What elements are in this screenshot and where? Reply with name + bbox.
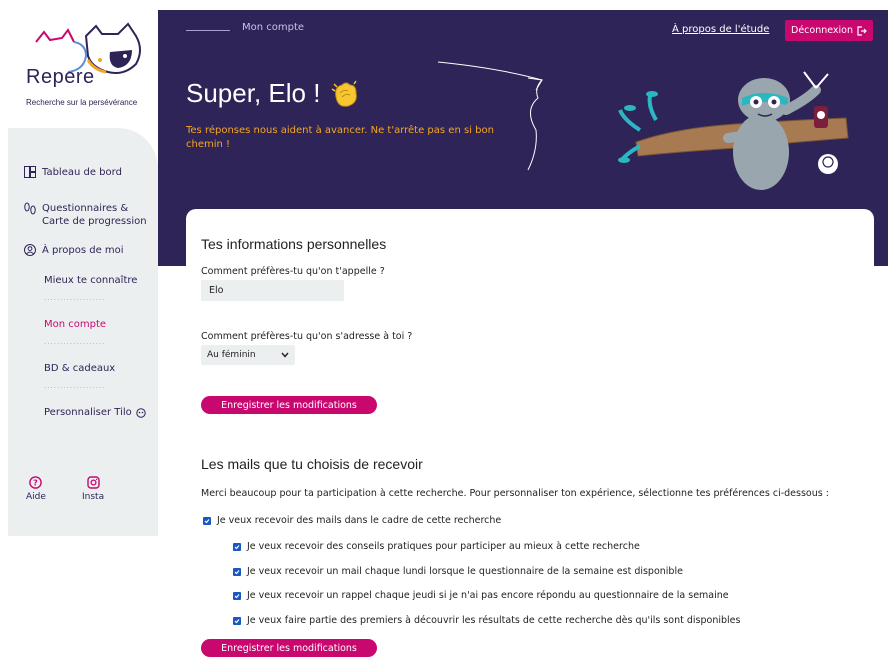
sidebar-subitem-comics-gifts[interactable]: BD & cadeaux (44, 363, 115, 374)
checkbox-checked[interactable] (233, 542, 241, 551)
mails-title: Les mails que tu choisis de recevoir (201, 456, 423, 472)
sidebar-item-dashboard[interactable]: Tableau de bord (24, 166, 122, 179)
instagram-label: Insta (82, 492, 105, 502)
mails-option-monday[interactable]: Je veux recevoir un mail chaque lundi lo… (233, 566, 683, 577)
logo[interactable]: Repere Recherche sur la persévérance (8, 10, 158, 128)
checkbox-checked[interactable] (233, 567, 241, 576)
logout-button[interactable]: Déconnexion (785, 20, 874, 41)
user-circle-icon (24, 244, 36, 256)
greeting-text: Super, Elo ! (186, 78, 321, 108)
dashboard-icon (24, 166, 36, 178)
checkbox-label: Je veux recevoir un rappel chaque jeudi … (247, 590, 729, 601)
name-label: Comment préfères-tu qu'on t'appelle ? (201, 266, 385, 277)
checkbox-checked[interactable] (233, 591, 241, 600)
sidebar-item-about-me[interactable]: À propos de moi (24, 244, 124, 257)
logo-tagline: Recherche sur la persévérance (26, 98, 138, 107)
address-select-value: Au féminin (207, 350, 256, 360)
sidebar-subitem-customize-tilo[interactable]: Personnaliser Tilo (44, 407, 146, 418)
sloth-mascot-illustration (618, 71, 849, 190)
sidebar: Repere Recherche sur la persévérance Tab… (8, 10, 158, 536)
instagram-link[interactable]: Insta (82, 476, 104, 502)
sidebar-subitem-account[interactable]: Mon compte (44, 319, 106, 330)
clapping-hands-icon (332, 80, 358, 107)
mails-option-thursday[interactable]: Je veux recevoir un rappel chaque jeudi … (233, 590, 729, 601)
mails-option-results[interactable]: Je veux faire partie des premiers à déco… (233, 615, 740, 626)
personal-info-title: Tes informations personnelles (201, 236, 387, 252)
divider: ................... (44, 382, 106, 390)
mails-intro: Merci beaucoup pour ta participation à c… (201, 488, 829, 499)
mails-main-checkbox[interactable]: Je veux recevoir des mails dans le cadre… (203, 515, 501, 526)
sloth-face-icon (136, 407, 146, 418)
instagram-icon (86, 476, 100, 489)
mails-option-tips[interactable]: Je veux recevoir des conseils pratiques … (233, 541, 640, 552)
name-input[interactable] (201, 280, 344, 301)
divider: ................... (44, 294, 106, 302)
sidebar-item-questionnaires[interactable]: Questionnaires & Carte de progression (24, 202, 154, 228)
sidebar-subitem-know-you[interactable]: Mieux te connaître (44, 275, 137, 286)
breadcrumb-line (186, 30, 230, 31)
save-mails-button[interactable]: Enregistrer les modifications (201, 639, 377, 657)
footprints-icon (24, 202, 36, 215)
greeting: Super, Elo ! (186, 78, 362, 109)
sidebar-item-label: Tableau de bord (42, 167, 122, 178)
address-select[interactable]: Au féminin (201, 345, 295, 365)
logout-icon (857, 25, 867, 36)
divider: ................... (44, 338, 106, 346)
checkbox-label: Je veux recevoir des mails dans le cadre… (217, 515, 502, 526)
chevron-down-icon (281, 352, 289, 358)
address-label: Comment préfères-tu qu'on s'adresse à to… (201, 331, 413, 342)
help-label: Aide (26, 492, 46, 502)
checkbox-checked[interactable] (203, 516, 211, 525)
checkbox-checked[interactable] (233, 616, 241, 625)
account-card: Tes informations personnelles Comment pr… (186, 209, 874, 672)
help-link[interactable]: ? Aide (26, 476, 46, 502)
checkbox-label: Je veux faire partie des premiers à déco… (247, 615, 741, 626)
checkbox-label: Je veux recevoir des conseils pratiques … (247, 541, 640, 552)
about-study-link[interactable]: À propos de l'étude (672, 24, 769, 35)
logout-label: Déconnexion (791, 25, 854, 36)
save-personal-button[interactable]: Enregistrer les modifications (201, 396, 377, 414)
sidebar-item-label: Personnaliser Tilo (44, 407, 132, 418)
checkbox-label: Je veux recevoir un mail chaque lundi lo… (247, 566, 683, 577)
help-icon: ? (29, 476, 43, 489)
side-panel (8, 128, 158, 536)
breadcrumb: Mon compte (242, 22, 305, 33)
decorative-swoosh (437, 61, 543, 171)
svg-text:?: ? (34, 478, 39, 487)
sidebar-item-label: Questionnaires & Carte de progression (42, 203, 147, 227)
sidebar-item-label: À propos de moi (42, 245, 124, 256)
logo-text: Repere (26, 66, 95, 88)
